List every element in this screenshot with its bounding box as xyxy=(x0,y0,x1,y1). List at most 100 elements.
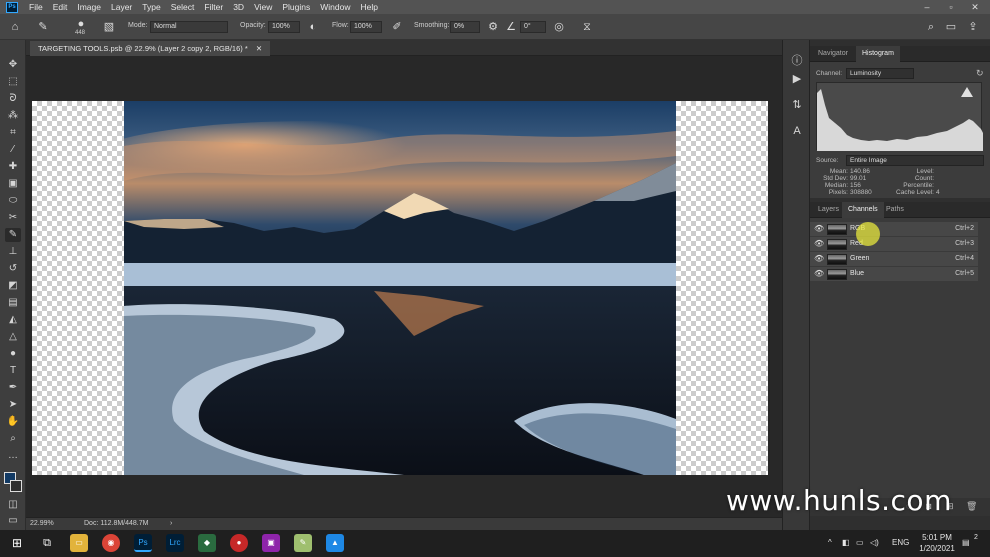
channel-select[interactable]: Luminosity xyxy=(846,68,914,79)
menu-3d[interactable]: 3D xyxy=(228,0,249,14)
menu-plugins[interactable]: Plugins xyxy=(277,0,315,14)
pressure-opacity-icon[interactable]: ◐ xyxy=(306,20,320,34)
menu-window[interactable]: Window xyxy=(315,0,355,14)
move-tool-icon[interactable]: ✥ xyxy=(5,58,21,72)
search-icon[interactable]: ⌕ xyxy=(924,20,938,34)
lightroom-classic-icon[interactable]: Lrc xyxy=(166,534,184,552)
presentation-icon[interactable]: ▣ xyxy=(262,534,280,552)
close-icon[interactable]: ✕ xyxy=(966,0,984,14)
stamp-tool-icon[interactable]: ⊥ xyxy=(5,245,21,259)
recorder-icon[interactable]: ● xyxy=(230,534,248,552)
volume-icon[interactable]: ◁) xyxy=(870,538,879,547)
healing-brush-tool-icon[interactable]: ✚ xyxy=(5,160,21,174)
info-icon[interactable]: ⓘ xyxy=(790,54,804,68)
dodge-tool-icon[interactable]: ● xyxy=(5,347,21,361)
angle-field[interactable]: 0° xyxy=(520,21,546,33)
adjustments-icon[interactable]: ⇅ xyxy=(790,98,804,112)
eyedropper-tool-icon[interactable]: ⁄ xyxy=(5,143,21,157)
task-view-icon[interactable]: ⧉ xyxy=(38,534,56,552)
app-icon[interactable]: ◆ xyxy=(198,534,216,552)
pen-tool-icon[interactable]: ✒ xyxy=(5,381,21,395)
history-brush-icon[interactable]: ↺ xyxy=(5,262,21,276)
windows-start-icon[interactable]: ⊞ xyxy=(8,534,26,552)
status-arrow-icon[interactable]: › xyxy=(170,520,172,527)
chrome-icon[interactable]: ◉ xyxy=(102,534,120,552)
menu-view[interactable]: View xyxy=(249,0,277,14)
symmetry-icon[interactable]: ⧖ xyxy=(580,20,594,34)
channel-row-rgb[interactable]: 👁 RGB Ctrl+2 xyxy=(810,222,978,237)
menu-image[interactable]: Image xyxy=(72,0,106,14)
patch-tool-icon[interactable]: ⬭ xyxy=(5,194,21,208)
more-tools-icon[interactable]: … xyxy=(5,449,21,463)
quick-mask-icon[interactable]: ◫ xyxy=(5,498,21,512)
close-tab-icon[interactable]: ✕ xyxy=(256,44,262,53)
quick-selection-tool-icon[interactable]: ⁂ xyxy=(5,109,21,123)
menu-layer[interactable]: Layer xyxy=(106,0,137,14)
menu-help[interactable]: Help xyxy=(355,0,382,14)
menu-edit[interactable]: Edit xyxy=(48,0,73,14)
clone-stamp-icon[interactable]: ▣ xyxy=(5,177,21,191)
smoothing-settings-icon[interactable]: ⚙ xyxy=(486,20,500,34)
language-indicator[interactable]: ENG xyxy=(892,538,909,547)
tab-histogram[interactable]: Histogram xyxy=(856,46,900,62)
character-icon[interactable]: A xyxy=(790,124,804,138)
tab-navigator[interactable]: Navigator xyxy=(812,46,854,62)
photoshop-taskbar-icon[interactable]: Ps xyxy=(134,534,152,552)
tray-app-icon[interactable]: ▭ xyxy=(856,538,864,547)
photos-icon[interactable]: ▲ xyxy=(326,534,344,552)
crop-tool-icon[interactable]: ⌗ xyxy=(5,126,21,140)
sharpen-tool-icon[interactable]: △ xyxy=(5,330,21,344)
tray-network-icon[interactable]: ◧ xyxy=(842,538,850,547)
notifications-icon[interactable]: ▤ xyxy=(962,538,970,547)
brush-tool-icon[interactable]: ✎ xyxy=(36,20,50,34)
tab-layers[interactable]: Layers xyxy=(812,202,845,218)
zoom-tool-icon[interactable]: ⌕ xyxy=(5,432,21,446)
eraser-tool-icon[interactable]: ◩ xyxy=(5,279,21,293)
brush-preset-icon[interactable]: ● xyxy=(74,17,88,31)
channel-row-blue[interactable]: 👁 Blue Ctrl+5 xyxy=(810,267,978,282)
zoom-level[interactable]: 22.99% xyxy=(30,520,54,527)
refresh-icon[interactable]: ↻ xyxy=(976,68,984,79)
content-aware-move-icon[interactable]: ✂ xyxy=(5,211,21,225)
blur-tool-icon[interactable]: ◭ xyxy=(5,313,21,327)
brush-tool-icon[interactable]: ✎ xyxy=(5,228,21,242)
workspace-icon[interactable]: ▭ xyxy=(944,20,958,34)
brush-settings-icon[interactable]: ▧ xyxy=(102,20,116,34)
channel-row-green[interactable]: 👁 Green Ctrl+4 xyxy=(810,252,978,267)
minimize-icon[interactable]: – xyxy=(918,0,936,14)
clock-time[interactable]: 5:01 PM xyxy=(922,533,952,542)
landscape-photo[interactable] xyxy=(124,101,676,475)
flow-field[interactable]: 100% xyxy=(350,21,382,33)
airbrush-icon[interactable]: ✐ xyxy=(390,20,404,34)
background-color-swatch[interactable] xyxy=(10,480,22,492)
document-tab[interactable]: TARGETING TOOLS.psb @ 22.9% (Layer 2 cop… xyxy=(30,41,271,56)
notes-icon[interactable]: ✎ xyxy=(294,534,312,552)
gradient-tool-icon[interactable]: ▤ xyxy=(5,296,21,310)
hand-tool-icon[interactable]: ✋ xyxy=(5,415,21,429)
tab-paths[interactable]: Paths xyxy=(880,202,910,218)
play-actions-icon[interactable]: ▶ xyxy=(790,72,804,86)
smoothing-field[interactable]: 0% xyxy=(450,21,480,33)
opacity-field[interactable]: 100% xyxy=(268,21,300,33)
source-select[interactable]: Entire Image xyxy=(846,155,984,166)
tray-arrow-icon[interactable]: ^ xyxy=(828,538,832,547)
path-selection-icon[interactable]: ➤ xyxy=(5,398,21,412)
menu-select[interactable]: Select xyxy=(166,0,200,14)
type-tool-icon[interactable]: T xyxy=(5,364,21,378)
delete-channel-icon[interactable]: 🗑 xyxy=(966,501,977,512)
clock-date[interactable]: 1/20/2021 xyxy=(918,544,956,553)
tab-channels[interactable]: Channels xyxy=(842,202,884,218)
visibility-eye-icon[interactable]: 👁 xyxy=(814,254,824,264)
lasso-tool-icon[interactable]: ᘐ xyxy=(5,92,21,106)
mode-select[interactable]: Normal xyxy=(150,21,228,33)
menu-file[interactable]: File xyxy=(24,0,48,14)
pressure-size-icon[interactable]: ◎ xyxy=(552,20,566,34)
visibility-eye-icon[interactable]: 👁 xyxy=(814,269,824,279)
screen-mode-icon[interactable]: ▭ xyxy=(5,514,21,528)
menu-type[interactable]: Type xyxy=(137,0,165,14)
visibility-eye-icon[interactable]: 👁 xyxy=(814,224,824,234)
home-icon[interactable]: ⌂ xyxy=(8,20,22,34)
canvas-area[interactable] xyxy=(26,56,782,517)
visibility-eye-icon[interactable]: 👁 xyxy=(814,239,824,249)
marquee-tool-icon[interactable]: ⬚ xyxy=(5,75,21,89)
